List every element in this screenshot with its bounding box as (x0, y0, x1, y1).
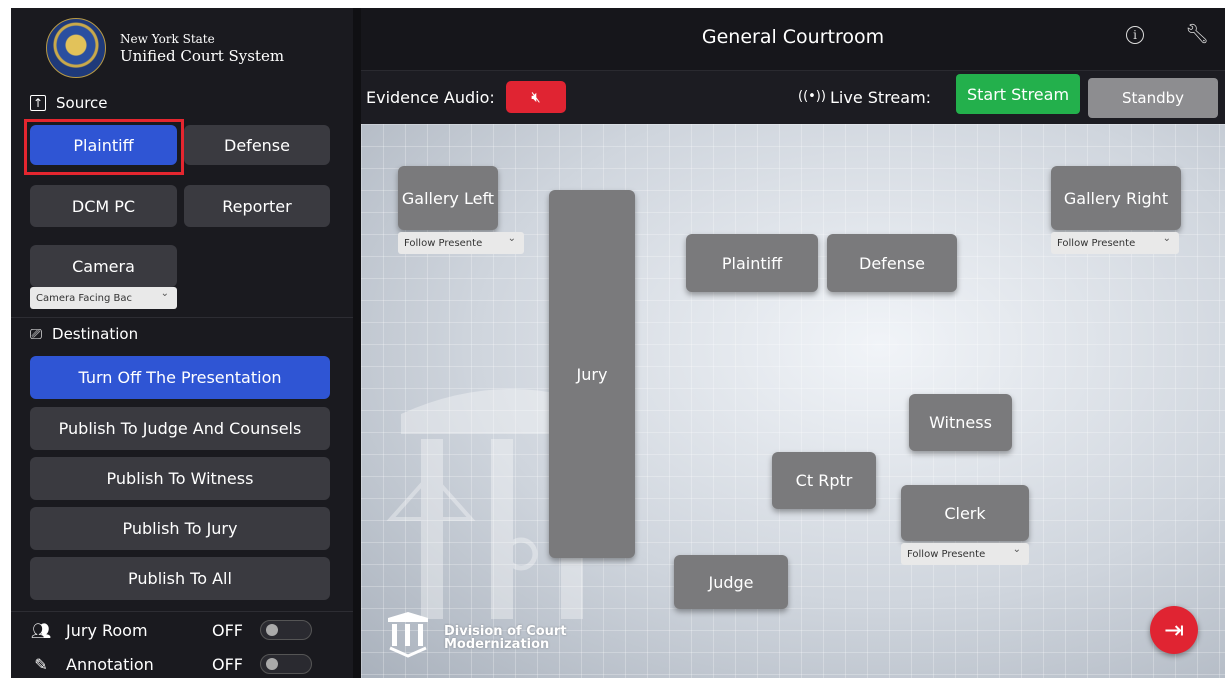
exit-button[interactable]: ⇥ (1150, 606, 1198, 654)
seat-witness[interactable]: Witness (909, 394, 1012, 451)
gallery-right-select-value: Follow Presente (1057, 237, 1136, 249)
seat-plaintiff[interactable]: Plaintiff (686, 234, 818, 292)
broadcast-icon: ((•)) (798, 89, 826, 104)
seat-court-reporter[interactable]: Ct Rptr (772, 452, 876, 509)
court-seal-logo (46, 18, 106, 78)
chevron-down-icon: ⌄ (1162, 233, 1171, 244)
publish-all-button[interactable]: Publish To All (30, 557, 330, 600)
source-heading: ↑ Source (30, 94, 108, 112)
chevron-down-icon: ⌄ (160, 288, 169, 299)
dcm-wordmark: Division of Court Modernization (444, 625, 567, 651)
camera-select[interactable]: Camera Facing Bac ⌄ (30, 287, 177, 309)
selection-highlight (24, 119, 184, 175)
chevron-down-icon: ⌄ (507, 233, 516, 244)
info-icon[interactable]: i (1126, 26, 1144, 44)
section-divider (11, 317, 353, 318)
annotation-state: OFF (212, 654, 243, 674)
title-bar: General Courtroom (361, 8, 1225, 70)
cast-icon: ⎚ (30, 325, 43, 343)
exit-icon: ⇥ (1163, 616, 1185, 644)
annotation-label: Annotation (66, 654, 154, 674)
annotation-row: ✎ Annotation OFF (30, 654, 312, 674)
seat-clerk[interactable]: Clerk (901, 485, 1029, 541)
publish-judge-counsels-button[interactable]: Publish To Judge And Counsels (30, 407, 330, 450)
toggle-knob (266, 624, 278, 636)
sidebar-divider (353, 8, 361, 678)
source-reporter-button[interactable]: Reporter (184, 185, 330, 227)
gallery-left-select[interactable]: Follow Presente ⌄ (398, 232, 524, 254)
pencil-icon: ✎ (34, 654, 48, 674)
source-camera-button[interactable]: Camera (30, 245, 177, 287)
clerk-select-value: Follow Presente (907, 548, 986, 560)
standby-button[interactable]: Standby (1088, 78, 1218, 118)
publish-jury-button[interactable]: Publish To Jury (30, 507, 330, 550)
jury-room-row: 👥︎ Jury Room OFF (30, 620, 312, 640)
seat-judge[interactable]: Judge (674, 555, 788, 609)
turn-off-presentation-button[interactable]: Turn Off The Presentation (30, 356, 330, 399)
dcm-logo (388, 612, 428, 658)
page-title: General Courtroom (701, 26, 885, 48)
source-dcm-pc-button[interactable]: DCM PC (30, 185, 177, 227)
chevron-down-icon: ⌄ (1012, 544, 1021, 555)
seat-jury[interactable]: Jury (549, 190, 635, 558)
seat-defense[interactable]: Defense (827, 234, 957, 292)
source-heading-label: Source (56, 94, 108, 112)
evidence-audio-mute-button[interactable]: 🔇︎ (506, 81, 566, 113)
seat-gallery-right[interactable]: Gallery Right (1051, 166, 1181, 230)
source-defense-button[interactable]: Defense (184, 125, 330, 165)
jury-room-state: OFF (212, 620, 243, 640)
upload-icon: ↑ (30, 95, 46, 111)
annotation-toggle[interactable] (260, 654, 312, 674)
clerk-select[interactable]: Follow Presente ⌄ (901, 543, 1029, 565)
org-name-line2: Unified Court System (120, 47, 285, 65)
toggle-knob (266, 658, 278, 670)
camera-select-value: Camera Facing Bac (36, 292, 133, 304)
people-icon: 👥︎ (30, 620, 52, 640)
seat-gallery-left[interactable]: Gallery Left (398, 166, 498, 230)
gallery-right-select[interactable]: Follow Presente ⌄ (1051, 232, 1179, 254)
dcm-line2: Modernization (444, 637, 550, 652)
jury-room-label: Jury Room (66, 620, 148, 640)
publish-witness-button[interactable]: Publish To Witness (30, 457, 330, 500)
wrench-icon[interactable]: 🔧︎ (1185, 22, 1209, 45)
speaker-mute-icon: 🔇︎ (531, 88, 541, 106)
evidence-audio-label: Evidence Audio: (366, 88, 495, 107)
live-stream-label: Live Stream: (830, 88, 932, 107)
destination-heading-label: Destination (52, 325, 139, 343)
jury-room-toggle[interactable] (260, 620, 312, 640)
destination-heading: ⎚ Destination (30, 325, 138, 343)
start-stream-button[interactable]: Start Stream (956, 74, 1080, 114)
section-divider (11, 611, 353, 612)
org-name-line1: New York State (120, 32, 215, 46)
gallery-left-select-value: Follow Presente (404, 237, 483, 249)
